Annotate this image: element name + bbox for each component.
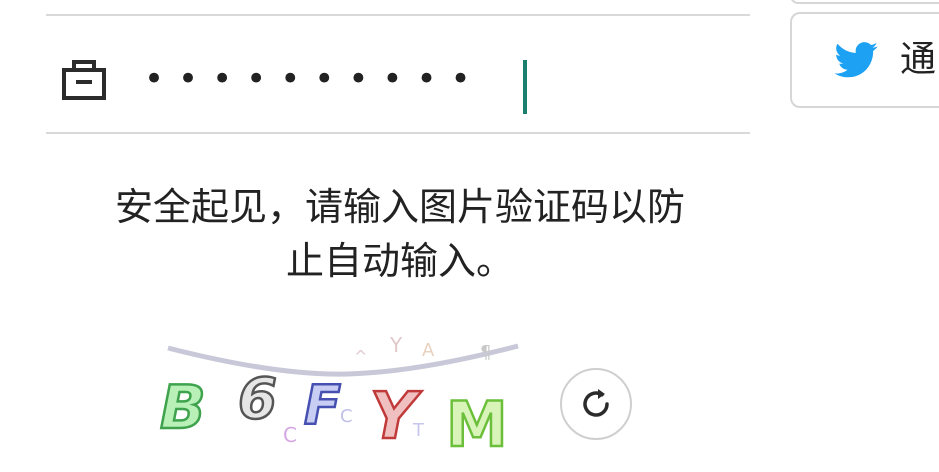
login-form: •••••••••• 通 安全起见，请输入图片验证码以防 止自动输入。 Y A … bbox=[0, 0, 939, 472]
svg-text:^: ^ bbox=[354, 347, 367, 366]
password-masked-value: •••••••••• bbox=[144, 59, 485, 99]
refresh-icon bbox=[583, 389, 609, 417]
svg-text:Y: Y bbox=[389, 336, 403, 357]
captcha-notice-line-1: 安全起见，请输入图片验证码以防 bbox=[114, 185, 685, 229]
captcha-notice-line-2: 止自动输入。 bbox=[285, 239, 514, 283]
twitter-login-button[interactable]: 通 bbox=[790, 12, 939, 108]
captcha-char-5: M bbox=[446, 388, 508, 456]
text-caret bbox=[523, 60, 527, 114]
twitter-bird-icon bbox=[834, 42, 878, 78]
field-divider-bottom bbox=[46, 132, 750, 134]
svg-text:A: A bbox=[422, 340, 435, 361]
svg-text:C: C bbox=[283, 423, 297, 447]
captcha-char-4: Y bbox=[370, 380, 422, 454]
captcha-image: Y A ¶ ^ C C T B 6 F Y M bbox=[159, 336, 519, 456]
svg-text:¶: ¶ bbox=[480, 342, 491, 363]
captcha-char-1: B bbox=[160, 373, 206, 443]
captcha-refresh-button[interactable] bbox=[560, 368, 632, 440]
captcha-char-2: 6 bbox=[238, 367, 277, 432]
lock-icon bbox=[62, 60, 106, 100]
twitter-login-label: 通 bbox=[900, 39, 937, 80]
svg-text:C: C bbox=[340, 406, 353, 427]
social-button-above-edge[interactable] bbox=[790, 0, 939, 4]
captcha-notice: 安全起见，请输入图片验证码以防 止自动输入。 bbox=[80, 180, 720, 288]
captcha-char-3: F bbox=[304, 374, 341, 437]
password-field[interactable]: •••••••••• bbox=[46, 16, 750, 132]
